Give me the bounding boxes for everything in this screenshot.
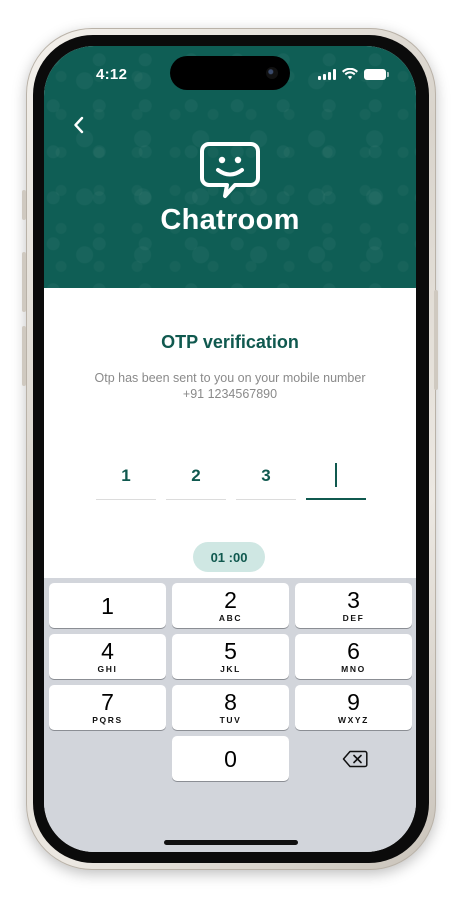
- app-header: 4:12 Chatroom: [44, 46, 416, 288]
- otp-input-row: 1 2 3: [96, 452, 366, 502]
- key-0[interactable]: 0: [172, 736, 289, 781]
- resend-timer: 01 :00: [193, 542, 265, 572]
- key-3[interactable]: 3 DEF: [295, 583, 412, 628]
- otp-digit-3[interactable]: 3: [236, 452, 296, 500]
- silent-switch: [22, 190, 26, 220]
- camera-icon: [266, 67, 278, 79]
- key-5[interactable]: 5 JKL: [172, 634, 289, 679]
- chevron-left-icon: [74, 116, 84, 134]
- page-title: OTP verification: [161, 332, 299, 352]
- volume-down-button: [22, 326, 26, 386]
- power-button: [434, 290, 438, 390]
- status-icons: [318, 68, 389, 80]
- back-button[interactable]: [66, 112, 92, 138]
- otp-digit-1[interactable]: 1: [96, 452, 156, 500]
- app-title: Chatroom: [160, 204, 300, 236]
- numeric-keypad: 1 2 ABC 3 DEF 4 GHI 5 JKL 6 MNO 7 PQRS 8…: [44, 578, 416, 852]
- key-1[interactable]: 1: [49, 583, 166, 628]
- wifi-icon: [342, 68, 358, 80]
- status-time: 4:12: [96, 66, 128, 83]
- otp-digit-2[interactable]: 2: [166, 452, 226, 500]
- home-indicator[interactable]: [164, 840, 298, 845]
- backspace-icon: [342, 750, 368, 767]
- otp-subtitle: Otp has been sent to you on your mobile …: [94, 371, 366, 401]
- dynamic-island: [170, 56, 290, 90]
- volume-up-button: [22, 252, 26, 312]
- otp-digit-4[interactable]: [306, 452, 366, 500]
- phone-screen: 4:12 Chatroom OTP verification Otp has b…: [44, 46, 416, 852]
- key-8[interactable]: 8 TUV: [172, 685, 289, 730]
- battery-icon: [364, 68, 389, 80]
- text-caret: [335, 463, 337, 487]
- key-2[interactable]: 2 ABC: [172, 583, 289, 628]
- key-4[interactable]: 4 GHI: [49, 634, 166, 679]
- signal-icon: [318, 68, 336, 80]
- chat-smile-icon: [200, 142, 260, 198]
- delete-key[interactable]: [296, 736, 413, 781]
- key-7[interactable]: 7 PQRS: [49, 685, 166, 730]
- key-6[interactable]: 6 MNO: [295, 634, 412, 679]
- key-9[interactable]: 9 WXYZ: [295, 685, 412, 730]
